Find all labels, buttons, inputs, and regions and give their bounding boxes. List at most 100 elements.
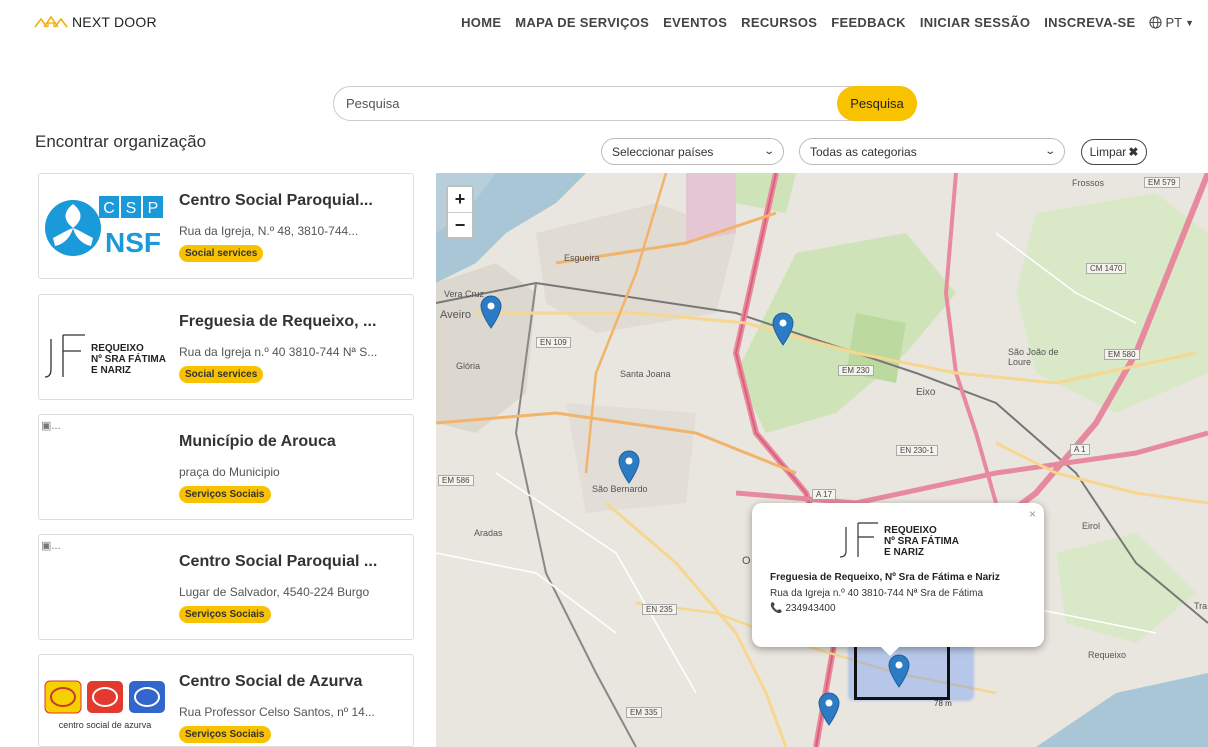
organization-name[interactable]: Município de Arouca [179, 433, 401, 451]
place-label: Aradas [474, 528, 503, 538]
logo-line-2: Nº SRA FÁTIMA [884, 534, 959, 547]
globe-icon [1149, 16, 1163, 29]
close-icon[interactable]: × [1029, 507, 1036, 521]
place-label: Glória [456, 361, 481, 371]
language-code: PT [1165, 15, 1183, 30]
organization-card[interactable]: ▣... Centro Social Paroquial ... Lugar d… [38, 534, 414, 640]
broken-image-icon: ▣... [41, 540, 61, 552]
service-map[interactable]: + − Esgueira Vera Cruz Aveiro Glória San… [436, 173, 1208, 747]
country-select-value: Seleccionar países [612, 144, 714, 159]
nav-home[interactable]: HOME [461, 15, 501, 30]
organization-name[interactable]: Centro Social Paroquial... [179, 192, 401, 210]
popup-organization-name[interactable]: Freguesia de Requeixo, Nº Sra de Fátima … [770, 572, 1000, 583]
svg-text:P: P [148, 200, 159, 217]
map-tiles [436, 173, 1208, 747]
organization-name[interactable]: Freguesia de Requeixo, ... [179, 313, 401, 331]
category-badge: Social services [179, 245, 264, 262]
place-label: O [742, 555, 751, 567]
organization-address: Rua Professor Celso Santos, nº 14... [179, 705, 375, 719]
place-label: Tra [1194, 601, 1208, 611]
popup-tip [878, 644, 902, 656]
road-label: EN 109 [536, 337, 571, 348]
organization-address: praça do Municipio [179, 465, 280, 479]
map-pin-icon[interactable] [818, 692, 840, 726]
organization-address: Lugar de Salvador, 4540-224 Burgo [179, 585, 370, 599]
chevron-down-icon: ⌄ [1043, 146, 1056, 157]
map-pin-icon[interactable] [772, 312, 794, 346]
logo-caption: centro social de azurva [59, 720, 152, 730]
logo-line-2: Nº SRA FÁTIMA [91, 352, 166, 365]
language-selector[interactable]: PT ▼ [1149, 15, 1194, 30]
clear-filters-button[interactable]: Limpar ✖ [1081, 139, 1147, 165]
brand-name: NEXT DOOR [72, 14, 157, 30]
organization-address: Rua da Igreja, N.º 48, 3810-744... [179, 224, 359, 238]
road-label: EN 230-1 [896, 445, 938, 456]
organization-card[interactable]: REQUEIXO Nº SRA FÁTIMA E NARIZ Freguesia… [38, 294, 414, 400]
logo-line-3: E NARIZ [91, 365, 131, 376]
place-label: Vera Cruz [444, 289, 485, 299]
road-label: CM 1470 [1086, 263, 1127, 274]
place-label: São Bernardo [592, 484, 648, 494]
phone-icon: 📞 [770, 603, 783, 614]
image-alt-text: ... [51, 540, 61, 552]
category-badge: Serviços Sociais [179, 606, 271, 623]
brand-logo[interactable]: NEXT DOOR [34, 14, 157, 30]
nav-service-map[interactable]: MAPA DE SERVIÇOS [515, 15, 649, 30]
place-label: Esgueira [564, 253, 600, 263]
nav-login[interactable]: INICIAR SESSÃO [920, 15, 1030, 30]
popup-address: Rua da Igreja n.º 40 3810-744 Nª Sra de … [770, 588, 984, 599]
road-label: A 17 [812, 489, 837, 500]
nav-signup[interactable]: INSCREVA-SE [1044, 15, 1135, 30]
search-bar: Pesquisa [333, 86, 917, 121]
organization-name[interactable]: Centro Social de Azurva [179, 673, 401, 691]
nav-events[interactable]: EVENTOS [663, 15, 727, 30]
map-pin-icon[interactable] [618, 450, 640, 484]
logo-line-1: REQUEIXO [884, 525, 937, 536]
svg-text:NSF: NSF [105, 227, 161, 258]
road-label: EM 230 [838, 365, 874, 376]
road-label: A 1 [1070, 444, 1090, 455]
category-badge: Serviços Sociais [179, 486, 271, 503]
broken-image-icon: ▣... [41, 420, 61, 432]
map-scale: 78 m [934, 699, 952, 708]
logo-line-1: REQUEIXO [91, 343, 144, 354]
map-pin-icon[interactable] [480, 295, 502, 329]
organization-address: Rua da Igreja n.º 40 3810-744 Nª S... [179, 345, 378, 359]
road-label: EM 579 [1144, 177, 1180, 188]
place-label: Eixo [916, 387, 936, 398]
zoom-control: + − [446, 185, 474, 239]
map-popup: × REQUEIXO Nº SRA FÁTIMA E NARIZ Fregues… [752, 503, 1044, 656]
category-select[interactable]: Todas as categorias ⌄ [799, 138, 1065, 165]
category-badge: Social services [179, 366, 264, 383]
place-label: Requeixo [1088, 650, 1127, 660]
road-label: EM 335 [626, 707, 662, 718]
organization-name[interactable]: Centro Social Paroquial ... [179, 553, 401, 571]
organization-card[interactable]: centro social de azurva Centro Social de… [38, 654, 414, 747]
nav-feedback[interactable]: FEEDBACK [831, 15, 906, 30]
organization-card[interactable]: C S P NSF Centro Social Paroquial... Rua… [38, 173, 414, 279]
image-alt-text: ... [51, 420, 61, 432]
csp-nsf-logo: C S P NSF [45, 196, 163, 258]
search-button[interactable]: Pesquisa [837, 86, 917, 121]
place-label: São João de Loure [1008, 347, 1059, 367]
road-label: EN 235 [642, 604, 677, 615]
caret-down-icon: ▼ [1185, 17, 1194, 28]
place-label: Eirol [1082, 521, 1101, 531]
main-nav: HOME MAPA DE SERVIÇOS EVENTOS RECURSOS F… [461, 15, 1194, 30]
chevron-down-icon: ⌄ [762, 146, 775, 157]
road-label: EM 586 [438, 475, 474, 486]
popup-phone[interactable]: 📞 234943400 [770, 603, 836, 614]
jf-requeixo-logo: REQUEIXO Nº SRA FÁTIMA E NARIZ [839, 522, 959, 558]
country-select[interactable]: Seleccionar países ⌄ [601, 138, 784, 165]
zoom-in-button[interactable]: + [448, 187, 472, 212]
house-logo-icon [34, 16, 68, 28]
azurva-logo: centro social de azurva [44, 680, 165, 730]
organization-card[interactable]: ▣... Município de Arouca praça do Munici… [38, 414, 414, 520]
search-input[interactable] [346, 87, 826, 120]
zoom-out-button[interactable]: − [448, 212, 472, 237]
place-label: Santa Joana [620, 369, 671, 379]
nav-resources[interactable]: RECURSOS [741, 15, 817, 30]
selection-box [854, 644, 950, 700]
jf-requeixo-logo: REQUEIXO Nº SRA FÁTIMA E NARIZ [44, 334, 166, 378]
clear-filters-label: Limpar [1089, 145, 1127, 159]
